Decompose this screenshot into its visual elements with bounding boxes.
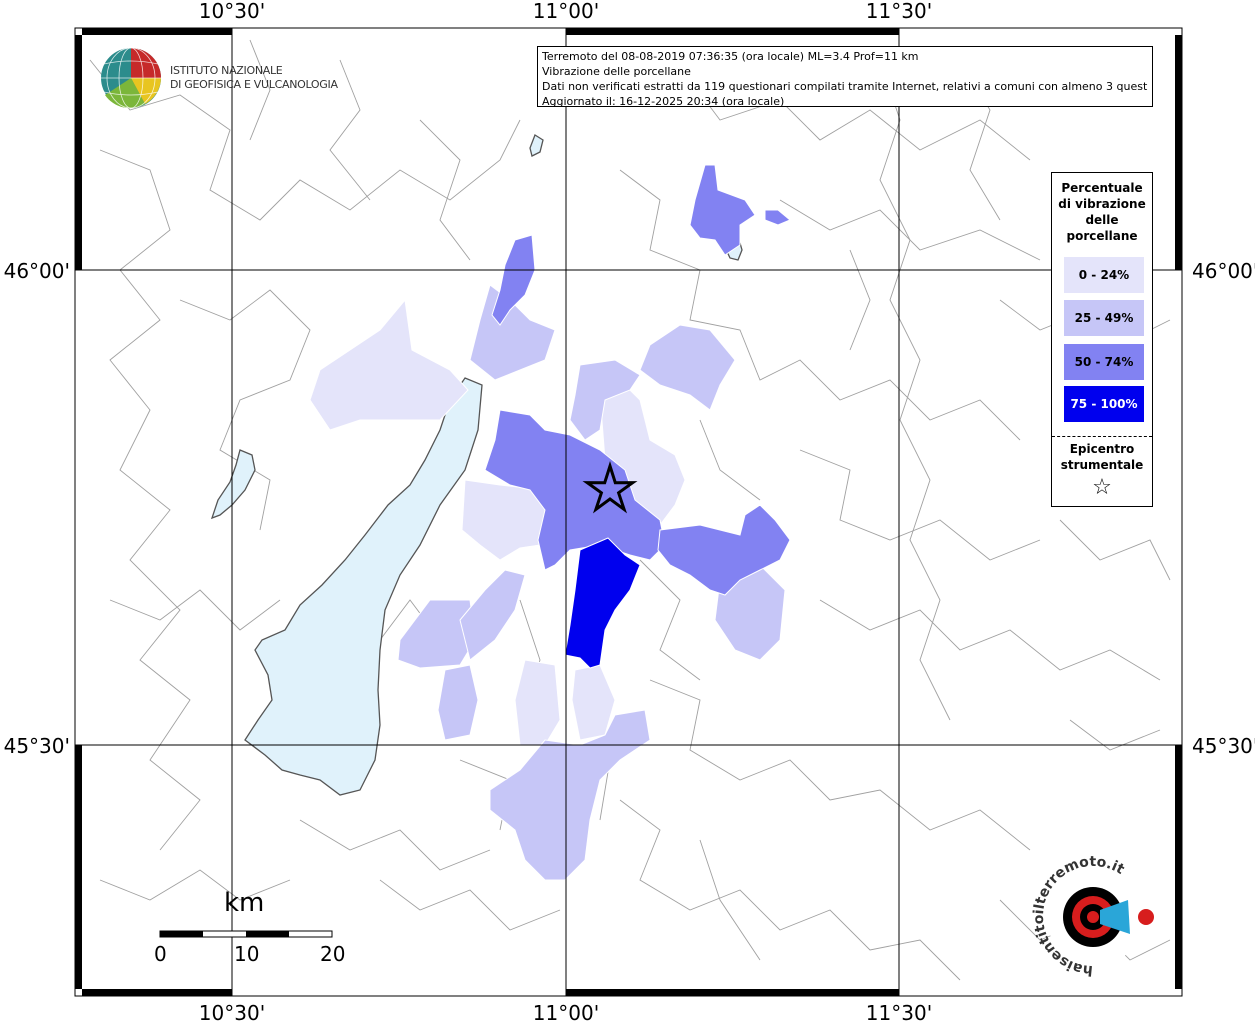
legend-title: Percentuale di vibrazione delle porcella… — [1052, 180, 1152, 244]
watermark-text: haisentitoilterremoto.it — [1031, 854, 1127, 978]
event-title: Terremoto del 08-08-2019 07:36:35 (ora l… — [542, 50, 919, 63]
scale-label: 20 — [320, 942, 346, 966]
legend: Percentuale di vibrazione delle porcella… — [1051, 172, 1153, 507]
scale-label: 10 — [234, 942, 260, 966]
event-parameter: Vibrazione delle porcellane — [542, 65, 691, 78]
legend-title-line: Percentuale — [1061, 181, 1143, 195]
legend-title-line: di vibrazione — [1058, 197, 1146, 211]
legend-item-75-100: 75 - 100% — [1064, 386, 1144, 422]
ingv-logo-text: ISTITUTO NAZIONALE DI GEOFISICA E VULCAN… — [170, 64, 338, 92]
legend-title-line: porcellane — [1066, 229, 1138, 243]
epicenter-legend-star-icon: ☆ — [1092, 475, 1112, 500]
epicenter-legend-title: Epicentro strumentale — [1052, 441, 1152, 473]
svg-text:haisentitoilterremoto.it: haisentitoilterremoto.it — [1031, 854, 1127, 978]
epicenter-legend-line: Epicentro — [1069, 442, 1135, 456]
legend-item-50-74: 50 - 74% — [1064, 344, 1144, 380]
ingv-line-2: DI GEOFISICA E VULCANOLOGIA — [170, 78, 338, 91]
legend-title-line: delle — [1085, 213, 1119, 227]
epicenter-legend-line: strumentale — [1060, 458, 1144, 472]
legend-item-0-24: 0 - 24% — [1064, 257, 1144, 293]
legend-divider — [1052, 436, 1152, 437]
event-info-box: Terremoto del 08-08-2019 07:36:35 (ora l… — [537, 46, 1153, 108]
event-updated: Aggiornato il: 16-12-2025 20:34 (ora loc… — [542, 95, 785, 108]
legend-item-25-49: 25 - 49% — [1064, 300, 1144, 336]
event-note: Dati non verificati estratti da 119 ques… — [542, 80, 1148, 93]
scale-unit: km — [224, 888, 265, 918]
scale-label: 0 — [154, 942, 167, 966]
watermark-text-layer: haisentitoilterremoto.it — [1031, 854, 1127, 978]
ingv-line-1: ISTITUTO NAZIONALE — [170, 64, 283, 77]
